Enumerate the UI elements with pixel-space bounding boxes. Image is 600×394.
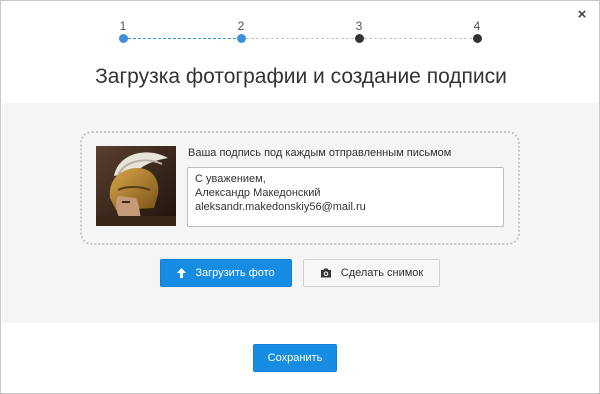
step-dot-1 xyxy=(119,34,128,43)
upload-photo-button[interactable]: Загрузить фото xyxy=(160,259,292,287)
signature-textarea[interactable]: С уважением, Александр Македонский aleks… xyxy=(187,167,504,227)
step-connector-2-3 xyxy=(241,38,359,39)
save-label: Сохранить xyxy=(267,352,323,364)
take-snapshot-label: Сделать снимок xyxy=(340,267,424,279)
step-dot-2 xyxy=(237,34,246,43)
signature-line-3: aleksandr.makedonskiy56@mail.ru xyxy=(195,201,366,213)
progress-stepper: 1 2 3 4 xyxy=(1,1,600,49)
step-number-1: 1 xyxy=(119,19,127,33)
signature-label: Ваша подпись под каждым отправленным пис… xyxy=(188,147,452,159)
dialog-title: Загрузка фотографии и создание подписи xyxy=(95,65,507,88)
step-connector-3-4 xyxy=(359,38,477,39)
step-dot-3 xyxy=(355,34,364,43)
signature-dialog: × 1 2 3 4 Загрузка фотографии и создание… xyxy=(0,0,600,394)
signature-line-1: С уважением, xyxy=(195,173,266,185)
upload-photo-label: Загрузить фото xyxy=(195,267,275,279)
avatar-photo xyxy=(96,146,176,226)
step-number-4: 4 xyxy=(473,19,481,33)
take-snapshot-button[interactable]: Сделать снимок xyxy=(303,259,440,287)
signature-line-2: Александр Македонский xyxy=(195,187,321,199)
arrow-up-icon xyxy=(177,268,187,278)
step-number-2: 2 xyxy=(237,19,245,33)
camera-icon xyxy=(320,268,332,278)
step-dot-4 xyxy=(473,34,482,43)
step-connector-1-2 xyxy=(123,38,241,39)
step-number-3: 3 xyxy=(355,19,363,33)
avatar xyxy=(96,146,176,226)
save-button[interactable]: Сохранить xyxy=(253,344,337,372)
